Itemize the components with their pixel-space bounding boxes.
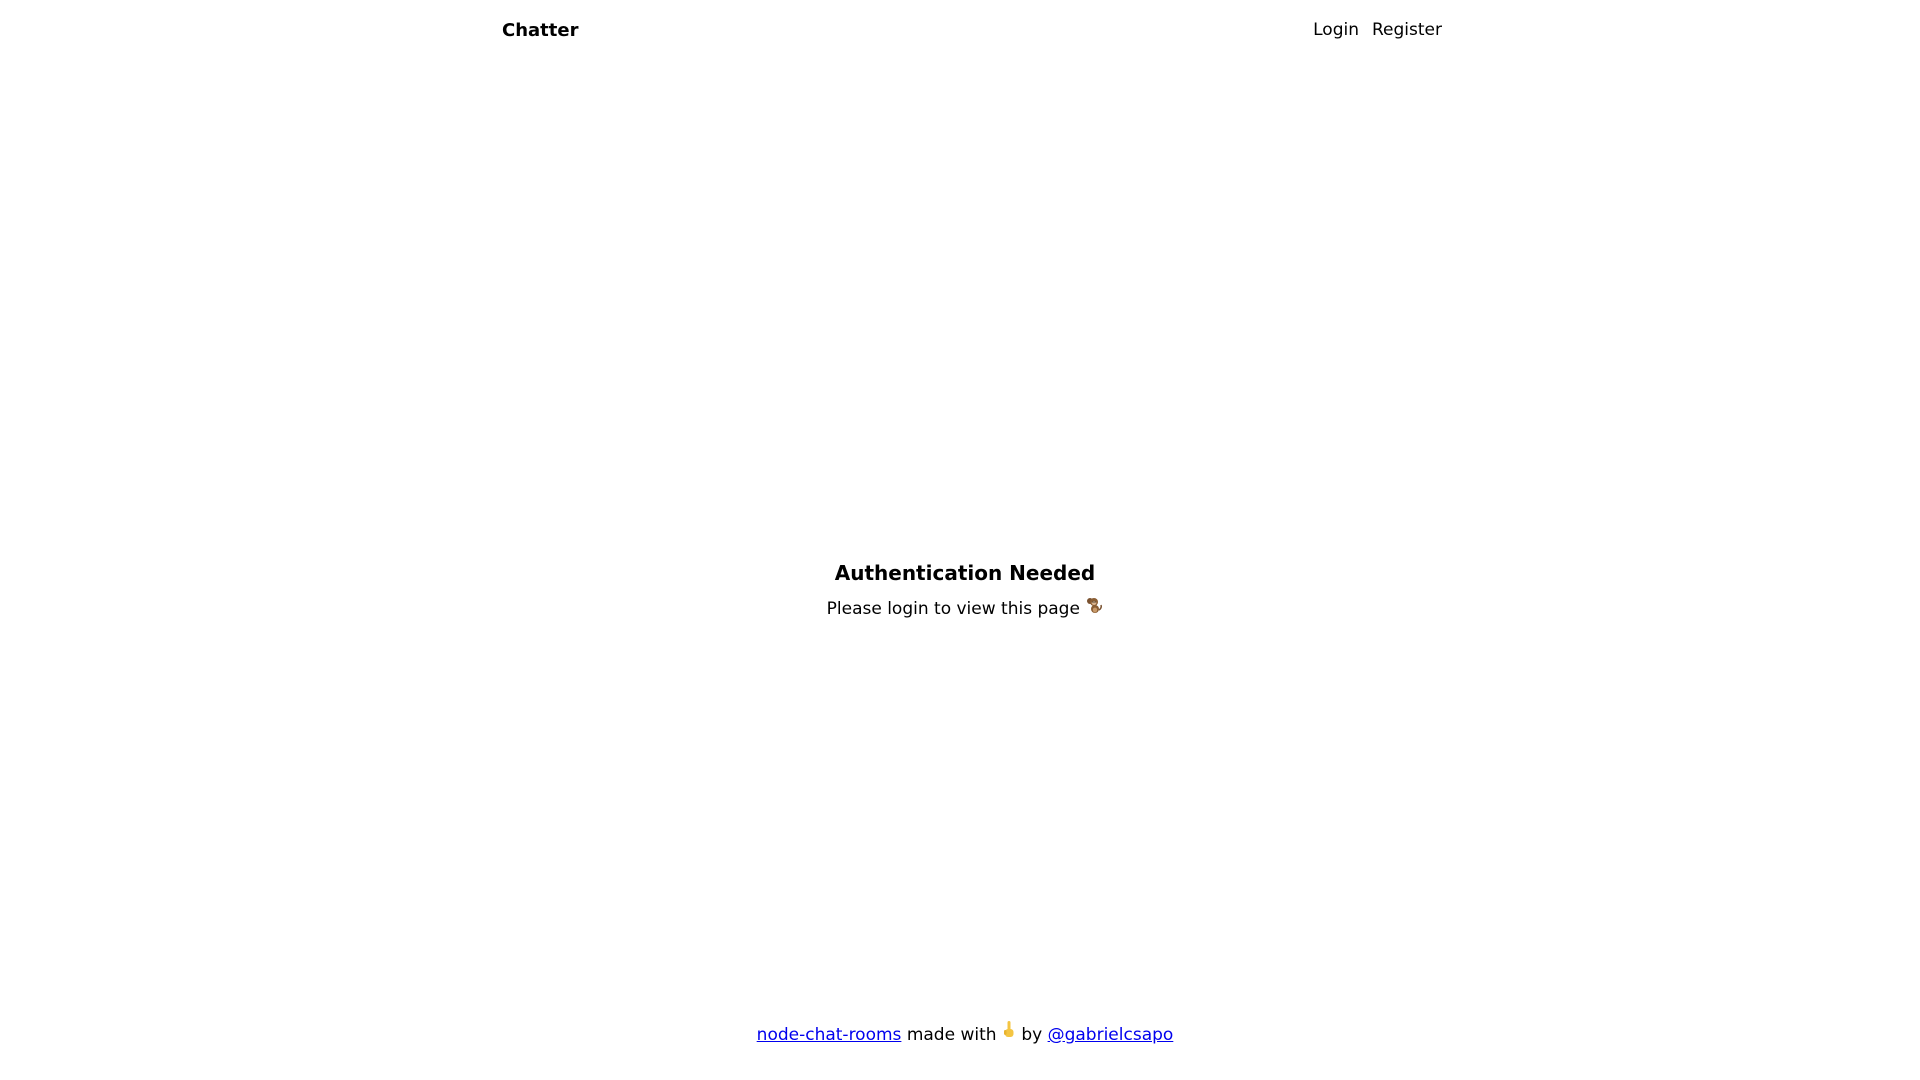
author-link[interactable]: @gabrielcsapo <box>1048 1025 1174 1045</box>
page-title: Authentication Needed <box>834 561 1096 585</box>
auth-message-text: Please login to view this page <box>826 599 1080 619</box>
pointing-finger-icon <box>1002 1020 1016 1050</box>
nav-links: Login Register <box>1313 20 1442 40</box>
made-with-text: made with <box>906 1025 997 1045</box>
by-text: by <box>1021 1025 1043 1045</box>
brand-link[interactable]: Chatter <box>502 20 578 41</box>
footer: node-chat-rooms made with by @gabrielcsa… <box>0 1020 1920 1050</box>
main-content: Authentication Needed Please login to vi… <box>0 556 1920 624</box>
register-link[interactable]: Register <box>1372 20 1442 40</box>
project-link[interactable]: node-chat-rooms <box>757 1025 902 1045</box>
monkey-icon <box>1085 594 1103 624</box>
auth-message: Please login to view this page <box>0 594 1920 624</box>
login-link[interactable]: Login <box>1313 20 1359 40</box>
navbar: Chatter Login Register <box>502 0 1442 60</box>
